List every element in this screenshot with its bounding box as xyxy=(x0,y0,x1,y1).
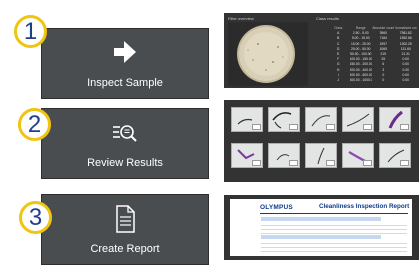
particle-thumbnail xyxy=(379,143,411,168)
create-report-label: Create Report xyxy=(90,243,160,255)
filter-overview-label: Filter overview xyxy=(228,16,254,21)
report-logo: OLYMPUS xyxy=(260,204,293,211)
particle-thumbnail xyxy=(231,143,263,168)
preview-report: OLYMPUS Cleanliness Inspection Report xyxy=(224,195,419,260)
report-section-band xyxy=(261,217,381,221)
step-3-badge: 3 xyxy=(19,201,52,234)
review-results-label: Review Results xyxy=(87,157,163,169)
particle-thumbnail xyxy=(342,143,374,168)
inspect-sample-label: Inspect Sample xyxy=(87,77,163,89)
report-title: Cleanliness Inspection Report xyxy=(319,203,410,210)
particle-thumbnail xyxy=(231,107,263,132)
step-2-badge: 2 xyxy=(18,108,51,141)
report-row xyxy=(261,230,407,234)
arrow-right-icon xyxy=(114,41,136,63)
particle-thumbnail xyxy=(342,107,374,132)
review-results-button[interactable]: Review Results xyxy=(41,108,209,179)
document-icon xyxy=(116,205,135,233)
report-section-band xyxy=(261,235,381,239)
preview-inspect-results: Filter overview Class results Class Rang… xyxy=(224,13,419,88)
table-row: J 600.00 - 1000.00 0 0.00 xyxy=(337,77,409,82)
particle-thumbnail xyxy=(305,107,337,132)
report-divider xyxy=(260,213,408,214)
preview-review-results xyxy=(224,100,419,182)
particle-thumbnail xyxy=(379,107,411,132)
particle-thumbnail xyxy=(268,143,300,168)
class-results-label: Class results xyxy=(316,16,339,21)
particle-thumbnail xyxy=(305,143,337,168)
report-page: OLYMPUS Cleanliness Inspection Report xyxy=(230,199,412,256)
filter-image xyxy=(228,22,308,86)
create-report-button[interactable]: Create Report xyxy=(41,194,209,265)
inspect-sample-button[interactable]: Inspect Sample xyxy=(41,28,209,99)
list-magnifier-icon xyxy=(113,125,137,142)
report-row xyxy=(261,248,407,252)
particle-thumbnail xyxy=(268,107,300,132)
class-results-table: Class Range Absolute count Normalized co… xyxy=(327,26,417,83)
step-1-badge: 1 xyxy=(14,15,47,48)
